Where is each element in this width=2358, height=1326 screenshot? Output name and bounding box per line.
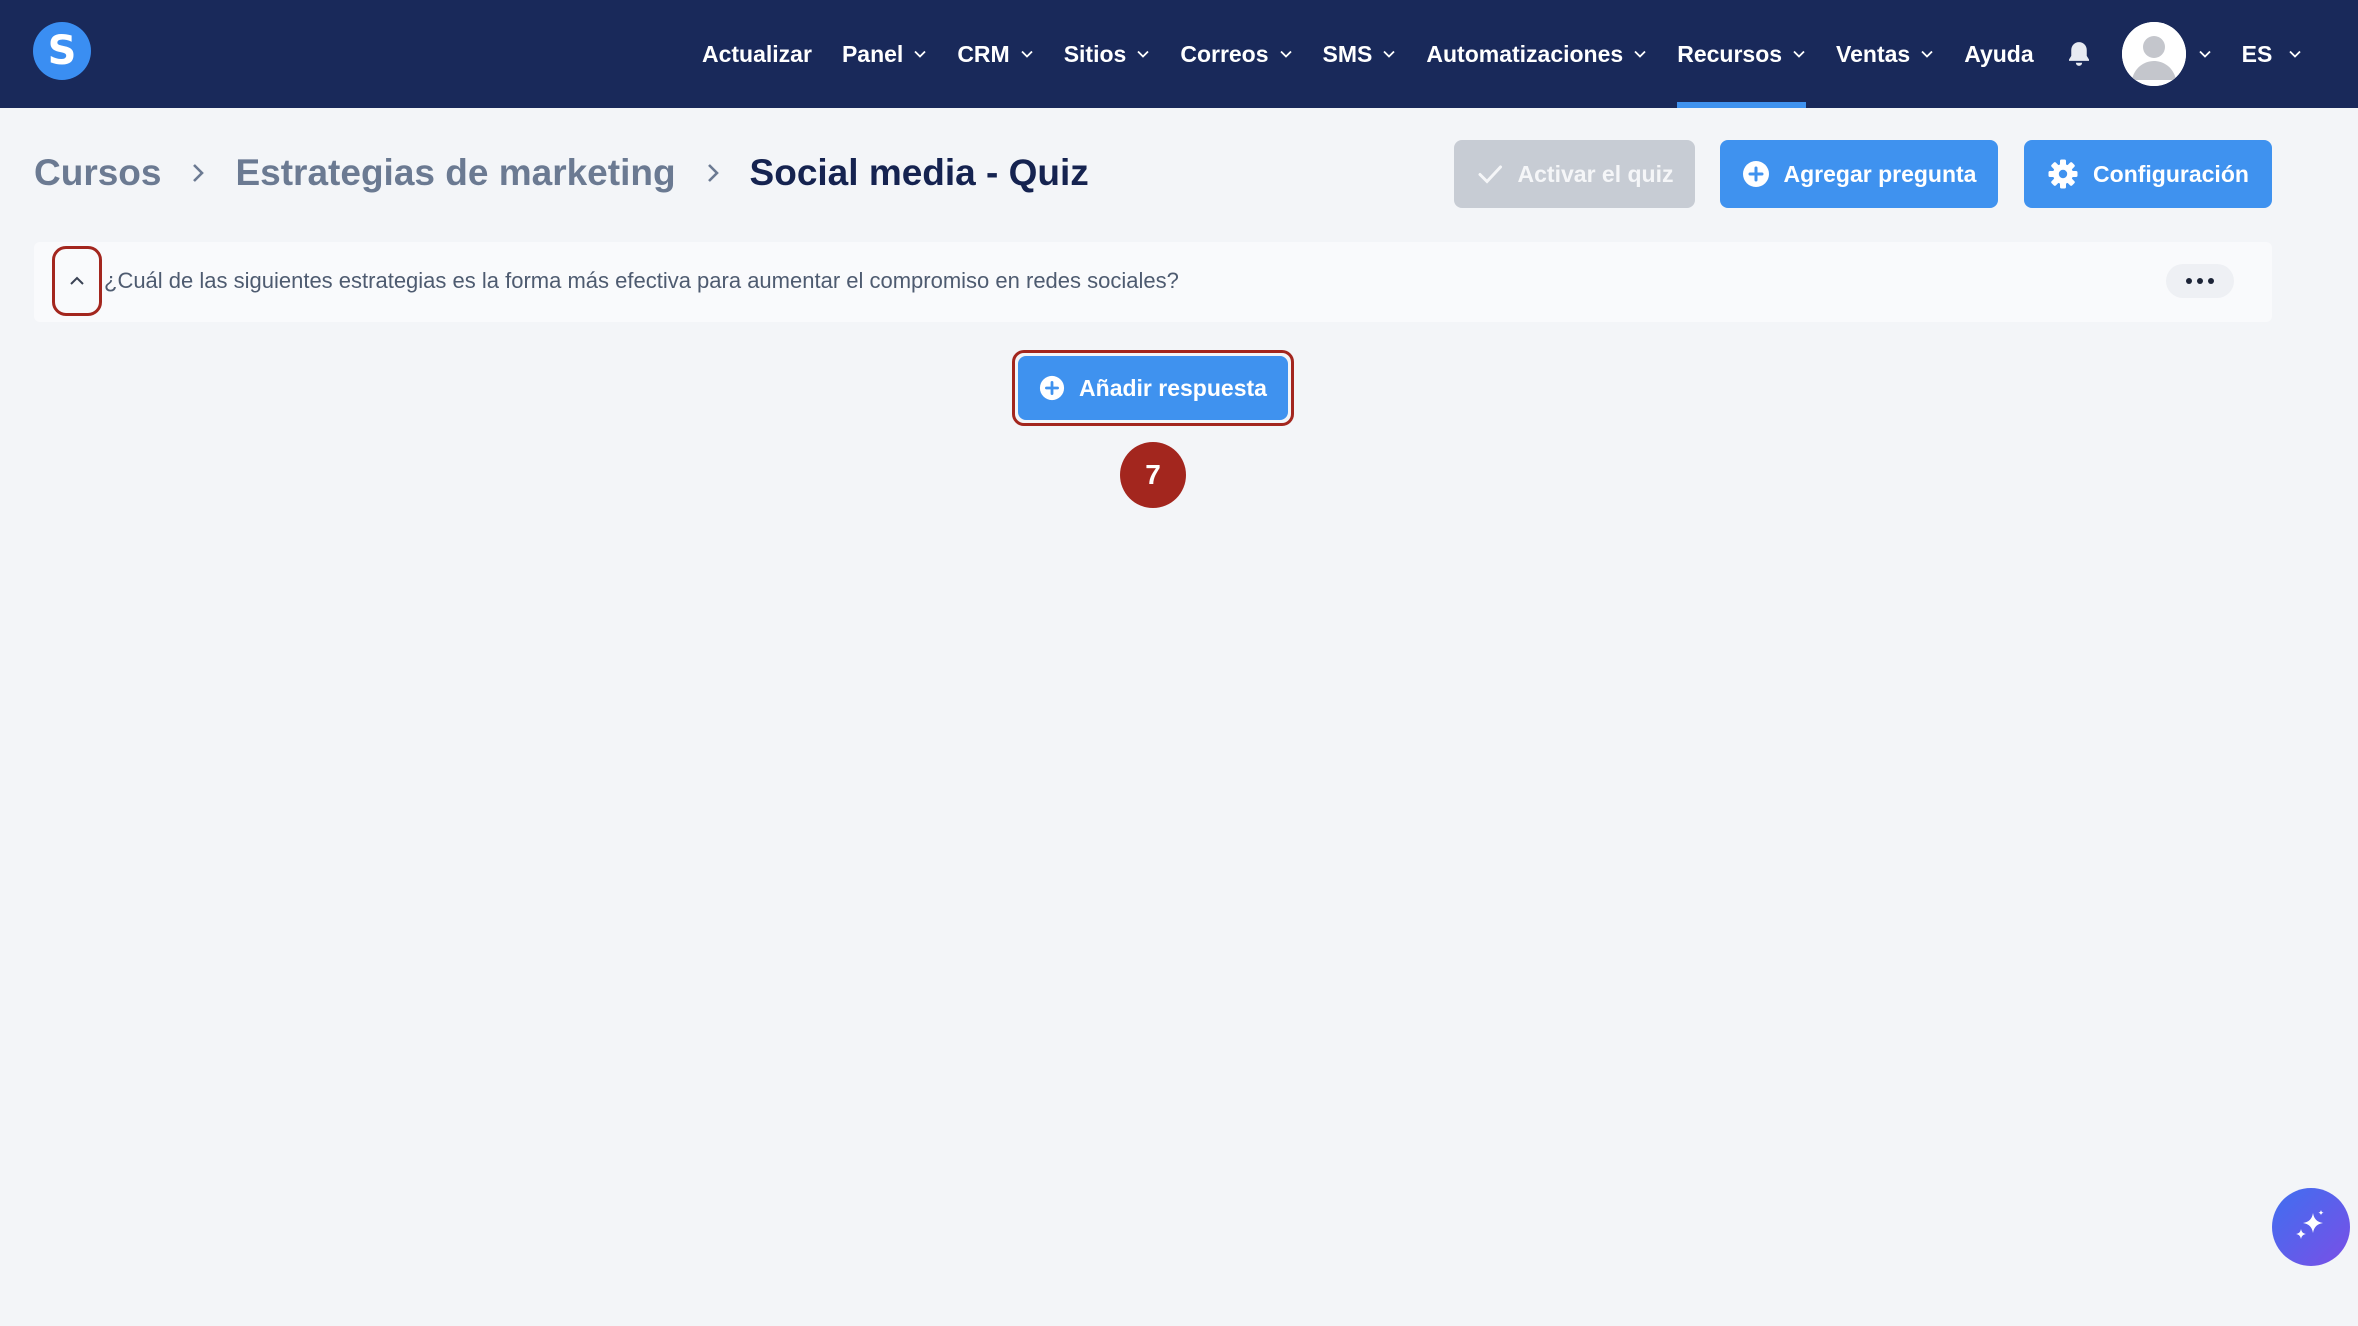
user-avatar-icon[interactable] xyxy=(2121,22,2186,86)
chevron-down-icon xyxy=(1921,50,1933,58)
nav-item-crm[interactable]: CRM xyxy=(957,0,1033,108)
settings-label: Configuración xyxy=(2093,160,2249,187)
breadcrumb-item-course[interactable]: Estrategias de marketing xyxy=(235,152,675,194)
main-nav: Actualizar Panel CRM Sitios Correos SMS Automa… xyxy=(702,0,2302,108)
nav-item-actualizar[interactable]: Actualizar xyxy=(702,0,812,108)
question-card: ¿Cuál de las siguientes estrategias es l… xyxy=(34,242,2272,322)
language-selector[interactable]: ES xyxy=(2242,41,2303,68)
nav-item-ayuda[interactable]: Ayuda xyxy=(1964,0,2033,108)
step-number-badge: 7 xyxy=(1120,442,1186,508)
settings-button[interactable]: Configuración xyxy=(2024,140,2272,208)
chevron-down-icon xyxy=(2289,50,2301,58)
plus-circle-icon xyxy=(1039,375,1065,401)
language-label: ES xyxy=(2241,40,2273,67)
nav-item-ventas[interactable]: Ventas xyxy=(1836,0,1934,108)
gear-icon xyxy=(2048,159,2078,189)
nav-item-label: Actualizar xyxy=(702,40,812,67)
nav-item-label: CRM xyxy=(957,40,1010,67)
activate-quiz-label: Activar el quiz xyxy=(1517,160,1674,187)
nav-item-label: Sitios xyxy=(1063,40,1127,67)
add-answer-button[interactable]: Añadir respuesta xyxy=(1018,356,1288,420)
check-icon xyxy=(1478,165,1502,184)
chevron-down-icon[interactable] xyxy=(2198,47,2212,61)
nav-item-label: Correos xyxy=(1180,40,1269,67)
nav-item-recursos[interactable]: Recursos xyxy=(1677,0,1806,108)
add-question-label: Agregar pregunta xyxy=(1783,160,1977,187)
nav-item-label: Ventas xyxy=(1836,40,1911,67)
nav-item-automatizaciones[interactable]: Automatizaciones xyxy=(1426,0,1647,108)
nav-item-label: SMS xyxy=(1322,40,1373,67)
chevron-right-icon xyxy=(193,164,205,182)
nav-item-label: Panel xyxy=(841,40,904,67)
chevron-down-icon xyxy=(914,50,926,58)
chevron-down-icon xyxy=(1021,50,1033,58)
page-title: Social media - Quiz xyxy=(749,152,1089,193)
breadcrumb-item-cursos[interactable]: Cursos xyxy=(34,152,161,194)
chevron-down-icon xyxy=(1793,50,1805,58)
chevron-down-icon xyxy=(1383,50,1396,58)
collapse-question-button[interactable] xyxy=(52,246,102,316)
nav-item-panel[interactable]: Panel xyxy=(842,0,927,108)
add-answer-label: Añadir respuesta xyxy=(1079,374,1267,401)
add-answer-highlight: Añadir respuesta xyxy=(1012,350,1294,426)
breadcrumb: Cursos Estrategias de marketing Social m… xyxy=(34,148,1089,198)
chevron-right-icon xyxy=(707,164,719,182)
nav-item-label: Recursos xyxy=(1677,40,1783,67)
bell-icon[interactable] xyxy=(2064,39,2094,69)
nav-item-sitios[interactable]: Sitios xyxy=(1064,0,1151,108)
nav-item-label: Ayuda xyxy=(1964,40,2034,67)
nav-item-label: Automatizaciones xyxy=(1426,40,1624,67)
chevron-down-icon xyxy=(1279,50,1292,58)
chevron-down-icon xyxy=(1634,50,1646,58)
add-question-button[interactable]: Agregar pregunta xyxy=(1720,140,1998,208)
chevron-down-icon xyxy=(1137,50,1149,58)
logo-s-icon[interactable]: S xyxy=(33,22,91,80)
question-text[interactable]: ¿Cuál de las siguientes estrategias es l… xyxy=(104,268,1179,294)
top-navigation-bar: S Actualizar Panel CRM Sitios Correos SMS Auto… xyxy=(0,0,2358,108)
chevron-up-icon xyxy=(70,276,84,285)
ai-assistant-button[interactable] xyxy=(2272,1188,2350,1266)
activate-quiz-button[interactable]: Activar el quiz xyxy=(1454,140,1695,208)
sparkle-icon xyxy=(2296,1210,2324,1239)
nav-item-sms[interactable]: SMS xyxy=(1323,0,1397,108)
more-dots-icon[interactable] xyxy=(2166,264,2234,298)
plus-circle-icon xyxy=(1742,161,1769,187)
nav-item-correos[interactable]: Correos xyxy=(1180,0,1292,108)
